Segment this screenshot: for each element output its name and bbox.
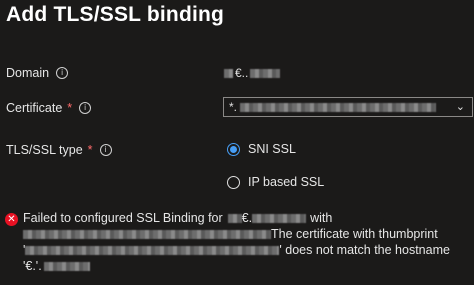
required-asterisk: *: [87, 143, 93, 157]
info-icon[interactable]: i: [99, 144, 112, 156]
error-line: The certificate with thumbprint: [23, 226, 469, 242]
certificate-select[interactable]: *. ⌄: [223, 97, 473, 117]
domain-label-row: Domain i: [6, 66, 69, 80]
redacted-text: [250, 68, 281, 78]
radio-button-checked[interactable]: [227, 142, 240, 156]
radio-button[interactable]: [227, 175, 240, 189]
error-hostname: '€.'.: [23, 259, 42, 273]
error-text: The certificate with thumbprint: [271, 227, 438, 241]
ssl-type-label: TLS/SSL type: [6, 143, 83, 157]
error-line: '€.'.: [23, 258, 469, 274]
radio-sni-ssl[interactable]: SNI SSL: [227, 142, 296, 156]
redacted-text: [224, 68, 233, 78]
redacted-text: [227, 213, 242, 223]
redacted-text: [252, 213, 307, 223]
redacted-text: [23, 229, 271, 239]
info-icon[interactable]: i: [56, 67, 69, 79]
chevron-down-icon: ⌄: [455, 101, 465, 113]
error-message: Failed to configured SSL Binding for €. …: [23, 210, 469, 274]
domain-label: Domain: [6, 66, 50, 80]
domain-value: €..: [224, 66, 281, 80]
error-line: Failed to configured SSL Binding for €. …: [23, 210, 469, 226]
panel-title: Add TLS/SSL binding: [6, 3, 225, 26]
error-line: ' ' does not match the hostname: [23, 242, 469, 258]
domain-value-text: €..: [235, 66, 249, 80]
ssl-type-label-row: TLS/SSL type * i: [6, 143, 112, 157]
certificate-label: Certificate: [6, 101, 63, 115]
redacted-text: [240, 102, 437, 112]
required-asterisk: *: [67, 101, 73, 115]
error-domain: €.: [241, 211, 253, 225]
radio-label: SNI SSL: [248, 142, 296, 156]
error-text: ' does not match the hostname: [279, 243, 450, 257]
error-icon: ✕: [5, 213, 18, 226]
error-text: Failed to configured SSL Binding for: [23, 211, 223, 225]
certificate-label-row: Certificate * i: [6, 101, 92, 115]
redacted-text: [25, 245, 280, 255]
info-icon[interactable]: i: [79, 102, 92, 114]
redacted-text: [43, 261, 90, 271]
certificate-select-value: *.: [229, 100, 238, 114]
radio-ip-based-ssl[interactable]: IP based SSL: [227, 175, 324, 189]
radio-label: IP based SSL: [248, 175, 325, 189]
error-text: with: [310, 211, 333, 225]
